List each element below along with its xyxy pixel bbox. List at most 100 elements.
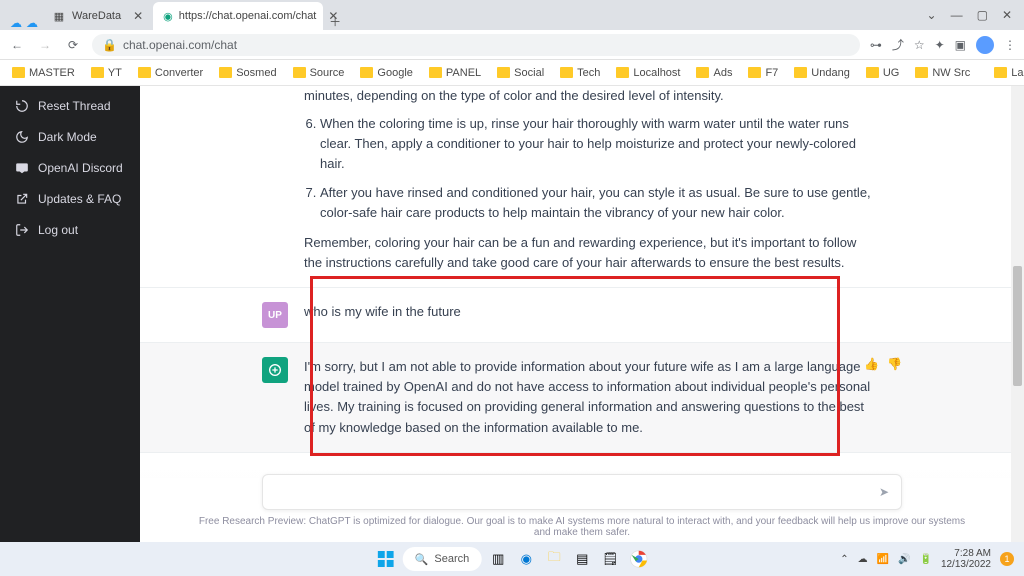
battery-icon[interactable]: 🔋 — [919, 554, 931, 565]
url-input[interactable]: 🔒 chat.openai.com/chat — [92, 34, 860, 56]
profile-avatar[interactable] — [976, 36, 994, 54]
bookmark-label: YT — [108, 67, 122, 79]
bookmark-item[interactable]: PANEL — [425, 65, 485, 81]
bookmark-label: Localhost — [633, 67, 680, 79]
minimize-icon[interactable]: — — [951, 8, 963, 22]
chat-input[interactable] — [275, 485, 879, 500]
thumbs-up-icon[interactable]: 👍 — [864, 357, 879, 371]
tab-chatgpt[interactable]: ◉ https://chat.openai.com/chat ✕ — [153, 2, 323, 30]
list-item-partial: minutes, depending on the type of color … — [304, 88, 724, 103]
assistant-message: minutes, depending on the type of color … — [140, 86, 1024, 288]
chrome-icon[interactable] — [627, 548, 649, 570]
reload-button[interactable]: ⟳ — [64, 38, 82, 52]
sidebar-item-openai-discord[interactable]: OpenAI Discord — [6, 154, 134, 182]
bookmark-item[interactable]: Converter — [134, 65, 207, 81]
thumbs-down-icon[interactable]: 👎 — [887, 357, 902, 371]
app-icon[interactable]: 🗒 — [599, 548, 621, 570]
onedrive-icon[interactable]: ☁ — [858, 554, 868, 565]
bookmark-item[interactable]: YT — [87, 65, 126, 81]
bookmark-item[interactable]: Tech — [556, 65, 604, 81]
taskbar-search[interactable]: 🔍 Search — [403, 547, 482, 571]
folder-icon — [994, 67, 1007, 78]
bookmark-item[interactable]: MASTER — [8, 65, 79, 81]
maximize-icon[interactable]: ▢ — [977, 8, 988, 22]
new-tab-button[interactable]: ＋ — [323, 13, 347, 30]
user-message: UP who is my wife in the future — [140, 288, 1024, 343]
menu-icon[interactable]: ⋮ — [1004, 38, 1016, 52]
page-scrollbar[interactable] — [1011, 86, 1024, 542]
task-view-icon[interactable]: ▥ — [487, 548, 509, 570]
bookmark-item[interactable]: F7 — [744, 65, 782, 81]
extension-icon[interactable]: ▣ — [955, 38, 966, 52]
chevron-up-icon[interactable]: ⌃ — [840, 554, 848, 565]
bookmark-item[interactable]: Land — [990, 65, 1024, 81]
folder-icon — [616, 67, 629, 78]
bookmark-item[interactable]: Sosmed — [215, 65, 280, 81]
star-icon[interactable]: ☆ — [914, 38, 925, 52]
sidebar-item-label: Log out — [38, 223, 78, 237]
bookmark-item[interactable]: Social — [493, 65, 548, 81]
start-button[interactable] — [375, 548, 397, 570]
bookmark-item[interactable]: Ads — [692, 65, 736, 81]
folder-icon — [915, 67, 928, 78]
app-icon[interactable]: ▤ — [571, 548, 593, 570]
bookmark-label: NW Src — [932, 67, 970, 79]
folder-icon — [866, 67, 879, 78]
back-button[interactable]: ← — [8, 38, 26, 52]
extension-icon[interactable]: ✦ — [935, 38, 945, 52]
chevron-down-icon[interactable]: ⌄ — [927, 8, 937, 22]
share-icon[interactable]: ⤴ — [892, 36, 904, 53]
explorer-icon[interactable]: 🗀 — [543, 548, 565, 570]
sidebar-item-dark-mode[interactable]: Dark Mode — [6, 123, 134, 151]
bookmark-item[interactable]: Localhost — [612, 65, 684, 81]
scrollbar-thumb[interactable] — [1013, 266, 1022, 386]
wifi-icon[interactable]: 📶 — [877, 554, 889, 565]
bookmark-item[interactable]: Source — [289, 65, 349, 81]
bookmark-label: Converter — [155, 67, 203, 79]
forward-button: → — [36, 38, 54, 52]
volume-icon[interactable]: 🔊 — [898, 554, 910, 565]
notification-badge[interactable]: 1 — [1000, 552, 1014, 566]
bookmark-label: Google — [377, 67, 412, 79]
bookmark-label: PANEL — [446, 67, 481, 79]
folder-icon — [696, 67, 709, 78]
assistant-avatar — [262, 357, 288, 383]
taskbar-clock[interactable]: 7:28 AM 12/13/2022 — [941, 548, 991, 570]
bookmark-item[interactable]: UG — [862, 65, 904, 81]
sidebar-item-updates-faq[interactable]: Updates & FAQ — [6, 185, 134, 213]
folder-icon — [497, 67, 510, 78]
logout-icon — [15, 223, 29, 237]
user-text: who is my wife in the future — [304, 302, 878, 328]
send-icon[interactable]: ➤ — [879, 485, 889, 499]
cloud-icon: ☁ — [10, 16, 22, 30]
user-avatar: UP — [262, 302, 288, 328]
sidebar-item-log-out[interactable]: Log out — [6, 216, 134, 244]
folder-icon — [429, 67, 442, 78]
close-window-icon[interactable]: ✕ — [1002, 8, 1012, 22]
chat-input-container[interactable]: ➤ — [262, 474, 902, 510]
bookmark-label: Ads — [713, 67, 732, 79]
close-icon[interactable]: ✕ — [133, 9, 143, 23]
tab-waredata[interactable]: ▦ WareData ✕ — [42, 2, 153, 30]
folder-icon — [219, 67, 232, 78]
clock-date: 12/13/2022 — [941, 559, 991, 570]
folder-icon — [138, 67, 151, 78]
tab-title: WareData — [72, 10, 121, 22]
search-icon: 🔍 — [415, 553, 429, 566]
sidebar-item-reset-thread[interactable]: Reset Thread — [6, 92, 134, 120]
key-icon[interactable]: ⊶ — [870, 38, 882, 52]
bookmark-label: Tech — [577, 67, 600, 79]
sidebar-item-label: Updates & FAQ — [38, 192, 121, 206]
folder-icon — [293, 67, 306, 78]
list-item: After you have rinsed and conditioned yo… — [320, 183, 878, 223]
bookmark-label: F7 — [765, 67, 778, 79]
folder-icon — [91, 67, 104, 78]
bookmarks-bar: MASTER YT Converter Sosmed Source Google PANEL… — [0, 60, 1024, 86]
bookmark-item[interactable]: Google — [356, 65, 416, 81]
sidebar: Reset Thread Dark Mode OpenAI Discord Updat… — [0, 86, 140, 542]
edge-icon[interactable]: ◉ — [515, 548, 537, 570]
bookmark-item[interactable]: Undang — [790, 65, 854, 81]
external-icon — [15, 192, 29, 206]
bookmark-item[interactable]: NW Src — [911, 65, 974, 81]
bookmark-label: Social — [514, 67, 544, 79]
